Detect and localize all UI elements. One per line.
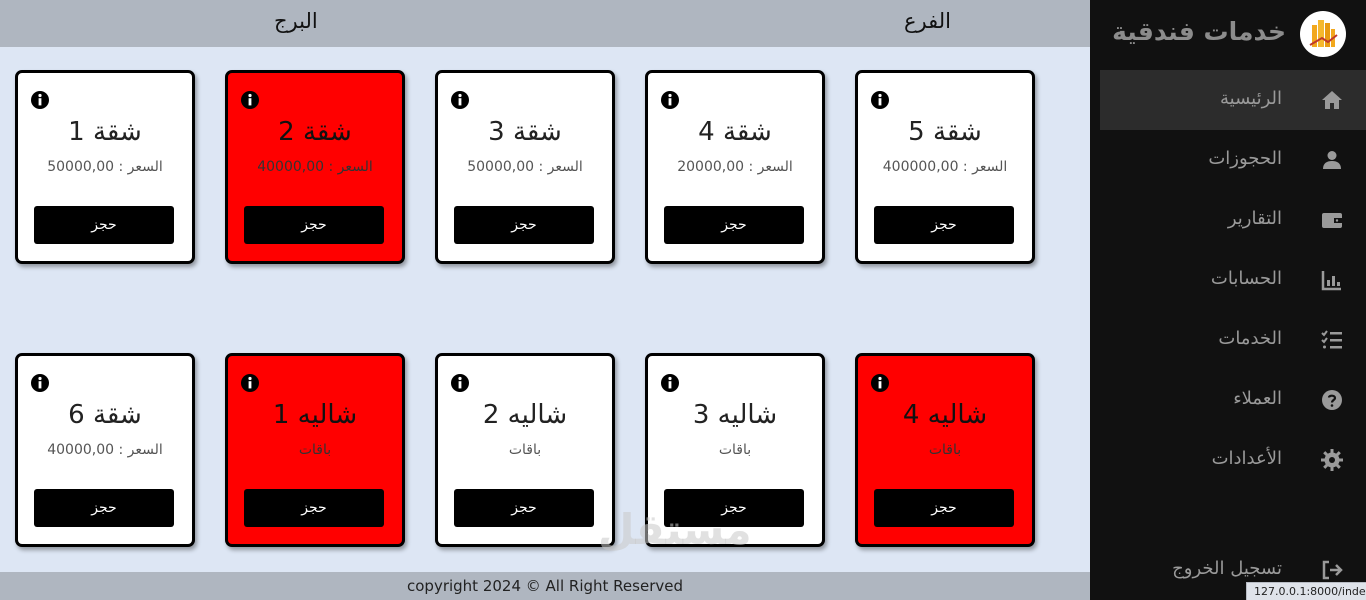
unit-card: شقة 3 السعر : 50000,00 حجز — [435, 70, 615, 264]
sidebar: خدمات فندقية الرئيسية الحجوزات التقارير … — [1090, 0, 1366, 600]
book-button[interactable]: حجز — [874, 489, 1014, 527]
book-button[interactable]: حجز — [34, 489, 174, 527]
brand: خدمات فندقية — [1090, 0, 1366, 66]
unit-card: شقة 4 السعر : 20000,00 حجز — [645, 70, 825, 264]
unit-price: السعر : 50000,00 — [467, 159, 583, 175]
sidebar-item-label: التقارير — [1227, 208, 1282, 229]
unit-card: شقة 6 السعر : 40000,00 حجز — [15, 353, 195, 547]
unit-price: السعر : 50000,00 — [47, 159, 163, 175]
home-icon — [1322, 91, 1342, 109]
book-button[interactable]: حجز — [664, 489, 804, 527]
book-button[interactable]: حجز — [34, 206, 174, 244]
book-button[interactable]: حجز — [454, 206, 594, 244]
unit-title: شاليه 3 — [692, 400, 778, 430]
info-icon[interactable] — [450, 373, 470, 393]
brand-logo — [1300, 11, 1346, 57]
sidebar-item-reports[interactable]: التقارير — [1100, 190, 1366, 250]
book-button[interactable]: حجز — [244, 489, 384, 527]
sidebar-item-label: الخدمات — [1218, 328, 1282, 349]
sidebar-item-label: الرئيسية — [1220, 88, 1282, 109]
footer: copyright 2024 © All Right Reserved — [0, 572, 1090, 600]
info-icon[interactable] — [660, 90, 680, 110]
unit-title: شقة 6 — [68, 400, 142, 430]
logout-label: تسجيل الخروج — [1172, 558, 1282, 579]
info-icon[interactable] — [450, 90, 470, 110]
unit-title: شقة 2 — [278, 117, 352, 147]
unit-price: السعر : 40000,00 — [257, 159, 373, 175]
user-icon — [1323, 151, 1341, 169]
unit-card: شاليه 4 باقات حجز — [855, 353, 1035, 547]
info-icon[interactable] — [30, 90, 50, 110]
sign-out-icon — [1322, 560, 1343, 580]
sidebar-item-services[interactable]: الخدمات — [1100, 310, 1366, 370]
unit-card: شاليه 2 باقات حجز — [435, 353, 615, 547]
info-icon[interactable] — [660, 373, 680, 393]
unit-packages: باقات — [298, 442, 332, 458]
unit-card: شقة 1 السعر : 50000,00 حجز — [15, 70, 195, 264]
sidebar-item-accounts[interactable]: الحسابات — [1100, 250, 1366, 310]
book-button[interactable]: حجز — [454, 489, 594, 527]
unit-card: شقة 2 السعر : 40000,00 حجز — [225, 70, 405, 264]
unit-card: شقة 5 السعر : 400000,00 حجز — [855, 70, 1035, 264]
gear-icon — [1321, 449, 1343, 471]
sidebar-item-label: الحجوزات — [1208, 148, 1282, 169]
sidebar-item-label: العملاء — [1233, 388, 1282, 409]
unit-packages: باقات — [718, 442, 752, 458]
question-icon — [1322, 390, 1342, 410]
unit-card: شاليه 1 باقات حجز — [225, 353, 405, 547]
unit-title: شقة 1 — [68, 117, 142, 147]
book-button[interactable]: حجز — [244, 206, 384, 244]
sidebar-item-label: الحسابات — [1210, 268, 1282, 289]
book-button[interactable]: حجز — [664, 206, 804, 244]
info-icon[interactable] — [240, 90, 260, 110]
unit-title: شقة 4 — [698, 117, 772, 147]
unit-price: السعر : 400000,00 — [882, 159, 1008, 175]
unit-packages: باقات — [508, 442, 542, 458]
unit-title: شاليه 1 — [272, 400, 358, 430]
sidebar-item-settings[interactable]: الأعدادات — [1100, 430, 1366, 490]
header-label-branch: الفرع — [904, 9, 951, 33]
brand-title: خدمات فندقية — [1112, 17, 1286, 46]
wallet-icon — [1322, 213, 1342, 228]
book-button[interactable]: حجز — [874, 206, 1014, 244]
status-bar-url: 127.0.0.1:8000/index — [1246, 582, 1366, 600]
unit-title: شاليه 4 — [902, 400, 988, 430]
unit-title: شقة 3 — [488, 117, 562, 147]
chart-icon — [1321, 271, 1341, 291]
info-icon[interactable] — [30, 373, 50, 393]
unit-card: شاليه 3 باقات حجز — [645, 353, 825, 547]
unit-title: شقة 5 — [908, 117, 982, 147]
info-icon[interactable] — [240, 373, 260, 393]
unit-packages: باقات — [928, 442, 962, 458]
header-bar: البرج الفرع — [0, 0, 1090, 47]
sidebar-item-home[interactable]: الرئيسية — [1100, 70, 1366, 130]
unit-title: شاليه 2 — [482, 400, 568, 430]
sidebar-item-clients[interactable]: العملاء — [1100, 370, 1366, 430]
unit-price: السعر : 40000,00 — [47, 442, 163, 458]
sidebar-item-label: الأعدادات — [1211, 448, 1282, 469]
checklist-icon — [1321, 330, 1342, 349]
info-icon[interactable] — [870, 373, 890, 393]
info-icon[interactable] — [870, 90, 890, 110]
header-label-tower: البرج — [274, 9, 318, 33]
sidebar-item-bookings[interactable]: الحجوزات — [1100, 130, 1366, 190]
unit-price: السعر : 20000,00 — [677, 159, 793, 175]
